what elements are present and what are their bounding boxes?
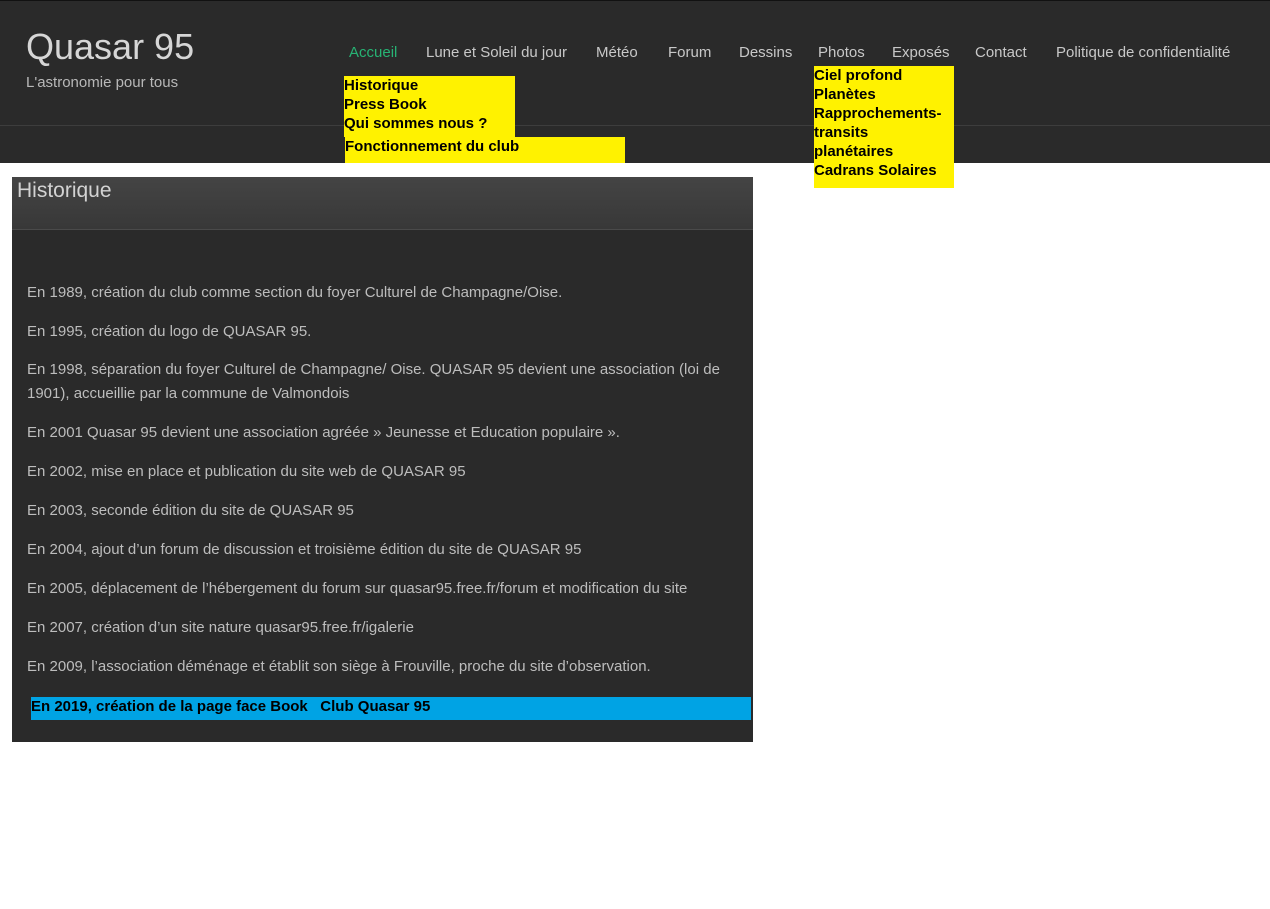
menu-item-historique[interactable]: Historique xyxy=(344,76,515,95)
menu-item-press-book[interactable]: Press Book xyxy=(344,95,515,114)
facebook-highlight: En 2019, création de la page face Book C… xyxy=(31,697,751,720)
menu-item-ciel-profond[interactable]: Ciel profond xyxy=(814,66,954,85)
nav-exposes[interactable]: Exposés xyxy=(892,44,950,61)
nav-politique[interactable]: Politique de confidentialité xyxy=(1056,44,1230,61)
history-paragraph: En 2005, déplacement de l’hébergement du… xyxy=(27,580,688,597)
nav-dessins[interactable]: Dessins xyxy=(739,44,792,61)
history-paragraph: En 2002, mise en place et publication du… xyxy=(27,463,466,480)
accueil-dropdown: Historique Press Book Qui sommes nous ? xyxy=(344,76,515,137)
page-title: Historique xyxy=(17,179,112,202)
header-divider xyxy=(0,125,1270,126)
menu-item-planetaires[interactable]: planétaires xyxy=(814,142,954,161)
site-title[interactable]: Quasar 95 xyxy=(26,26,194,68)
site-header: Quasar 95 L'astronomie pour tous Accueil… xyxy=(0,0,1270,163)
history-paragraph: En 1995, création du logo de QUASAR 95. xyxy=(27,323,312,340)
history-paragraph: En 2001 Quasar 95 devient une associatio… xyxy=(27,424,620,441)
photos-dropdown: Ciel profond Planètes Rapprochements- tr… xyxy=(814,66,954,188)
menu-item-rapprochements[interactable]: Rapprochements- xyxy=(814,104,954,123)
nav-accueil[interactable]: Accueil xyxy=(349,44,397,61)
menu-item-fonctionnement[interactable]: Fonctionnement du club xyxy=(345,137,625,156)
menu-item-qui-sommes-nous[interactable]: Qui sommes nous ? xyxy=(344,114,515,133)
history-paragraph: En 1998, séparation du foyer Culturel de… xyxy=(27,361,720,402)
nav-photos[interactable]: Photos xyxy=(818,44,865,61)
content-panel: Historique En 1989, création du club com… xyxy=(12,177,753,742)
history-paragraph: En 1989, création du club comme section … xyxy=(27,284,563,301)
history-paragraph: En 2009, l’association déménage et établ… xyxy=(27,658,651,675)
history-paragraph: En 2003, seconde édition du site de QUAS… xyxy=(27,502,354,519)
history-paragraph: En 2004, ajout d’un forum de discussion … xyxy=(27,541,582,558)
nav-contact[interactable]: Contact xyxy=(975,44,1027,61)
menu-item-planetes[interactable]: Planètes xyxy=(814,85,954,104)
site-tagline: L'astronomie pour tous xyxy=(26,74,179,91)
history-paragraph: En 2007, création d’un site nature quasa… xyxy=(27,619,414,636)
accueil-dropdown-extra: Fonctionnement du club xyxy=(345,137,625,163)
menu-item-cadrans-solaires[interactable]: Cadrans Solaires xyxy=(814,161,954,180)
nav-meteo[interactable]: Météo xyxy=(596,44,638,61)
nav-forum[interactable]: Forum xyxy=(668,44,711,61)
menu-item-transits[interactable]: transits xyxy=(814,123,954,142)
nav-lune-soleil[interactable]: Lune et Soleil du jour xyxy=(426,44,567,61)
panel-header: Historique xyxy=(12,177,753,230)
